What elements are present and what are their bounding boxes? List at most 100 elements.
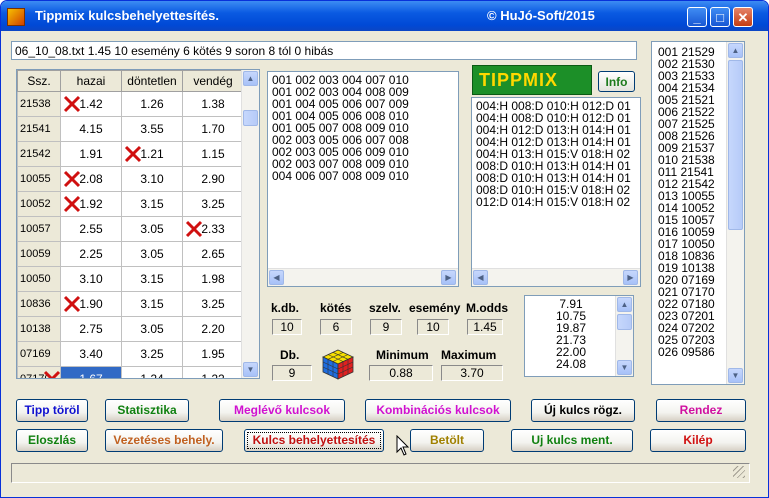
minimize-button[interactable]: _: [687, 7, 707, 27]
vezeteses-behely-button[interactable]: Vezetéses behely.: [105, 429, 223, 452]
grid-cell-ssz[interactable]: 21541: [17, 116, 61, 142]
eloszlas-button[interactable]: Eloszlás: [16, 429, 88, 452]
grid-cell-dontetlen[interactable]: 3.25: [121, 341, 183, 367]
grid-cell-hazai[interactable]: 4.15: [60, 116, 122, 142]
grid-cell-ssz[interactable]: 10057: [17, 216, 61, 242]
kulcs-behelyettesites-button[interactable]: Kulcs behelyettesítés: [244, 429, 384, 452]
grid-cell-dontetlen[interactable]: 3.15: [121, 291, 183, 317]
odds-list[interactable]: 7.91 10.75 19.87 21.73 22.00 24.08 ▲ ▼: [524, 295, 634, 377]
grid-cell-dontetlen[interactable]: 3.55: [121, 116, 183, 142]
scroll-thumb[interactable]: [617, 314, 632, 330]
table-row[interactable]: 21538 1.42 1.26 1.38: [17, 91, 244, 117]
grid-cell-ssz[interactable]: 10055: [17, 166, 61, 192]
grid-cell-dontetlen[interactable]: 3.05: [121, 216, 183, 242]
info-button[interactable]: Info: [598, 71, 635, 92]
uj-kulcs-rogz-button[interactable]: Új kulcs rögz.: [531, 399, 635, 422]
kombinacios-kulcsok-button[interactable]: Kombinációs kulcsok: [365, 399, 511, 422]
table-row[interactable]: 21541 4.15 3.55 1.70: [17, 116, 244, 142]
col-header-ssz[interactable]: Ssz.: [17, 70, 61, 92]
grid-cell-dontetlen[interactable]: 3.15: [121, 191, 183, 217]
grid-cell-vendeg[interactable]: 2.90: [182, 166, 244, 192]
keys-list[interactable]: 004:H 008:D 010:H 012:D 01 004:H 008:D 01…: [471, 97, 641, 287]
grid-cell-hazai[interactable]: 1.42: [60, 91, 122, 117]
col-header-dontetlen[interactable]: döntetlen: [121, 70, 183, 92]
scroll-thumb[interactable]: [243, 110, 258, 126]
grid-cell-vendeg[interactable]: 1.95: [182, 341, 244, 367]
grid-cell-vendeg[interactable]: 1.70: [182, 116, 244, 142]
grid-cell-dontetlen[interactable]: 1.26: [121, 91, 183, 117]
grid-cell-ssz[interactable]: 07169: [17, 341, 61, 367]
table-row[interactable]: 21542 1.91 1.21 1.15: [17, 141, 244, 167]
grid-cell-hazai[interactable]: 3.40: [60, 341, 122, 367]
combinations-hscroll[interactable]: ◀ ▶: [268, 268, 458, 286]
grid-scrollbar[interactable]: ▲ ▼: [241, 70, 259, 378]
grid-cell-vendeg[interactable]: 3.25: [182, 191, 244, 217]
grid-cell-ssz[interactable]: 10836: [17, 291, 61, 317]
grid-cell-ssz[interactable]: 10059: [17, 241, 61, 267]
grid-cell-dontetlen[interactable]: 3.10: [121, 166, 183, 192]
kilep-button[interactable]: Kilép: [650, 429, 746, 452]
resize-grip-icon[interactable]: [733, 466, 745, 478]
table-row[interactable]: 10052 1.92 3.15 3.25: [17, 191, 244, 217]
grid-cell-hazai[interactable]: 2.25: [60, 241, 122, 267]
scroll-down-arrow-icon[interactable]: ▼: [728, 368, 743, 383]
grid-cell-dontetlen[interactable]: 3.15: [121, 266, 183, 292]
grid-cell-hazai[interactable]: 3.10: [60, 266, 122, 292]
table-row[interactable]: 10836 1.90 3.15 3.25: [17, 291, 244, 317]
grid-cell-hazai[interactable]: 1.67: [43, 366, 122, 378]
grid-cell-ssz[interactable]: 10050: [17, 266, 61, 292]
rendez-button[interactable]: Rendez: [656, 399, 746, 422]
table-row[interactable]: 07169 3.40 3.25 1.95: [17, 341, 244, 367]
grid-cell-hazai[interactable]: 2.08: [60, 166, 122, 192]
grid-cell-ssz[interactable]: 10138: [17, 316, 61, 342]
scroll-down-arrow-icon[interactable]: ▼: [617, 360, 632, 375]
grid-cell-dontetlen[interactable]: 1.21: [121, 141, 183, 167]
table-row[interactable]: 10050 3.10 3.15 1.98: [17, 266, 244, 292]
table-row[interactable]: 10059 2.25 3.05 2.65: [17, 241, 244, 267]
grid-cell-hazai[interactable]: 2.75: [60, 316, 122, 342]
grid-cell-hazai[interactable]: 1.91: [60, 141, 122, 167]
table-row[interactable]: 07170 1.67 1.24 1.22: [17, 366, 244, 378]
meglevo-kulcsok-button[interactable]: Meglévő kulcsok: [219, 399, 345, 422]
grid-cell-vendeg[interactable]: 3.25: [182, 291, 244, 317]
app-icon[interactable]: [7, 8, 25, 26]
close-button[interactable]: ✕: [733, 7, 753, 27]
statisztika-button[interactable]: Statisztika: [105, 399, 189, 422]
rubik-cube-icon[interactable]: [321, 348, 355, 380]
grid-cell-vendeg[interactable]: 1.22: [182, 366, 244, 378]
grid-cell-hazai[interactable]: 1.92: [60, 191, 122, 217]
grid-cell-vendeg[interactable]: 2.33: [182, 216, 244, 242]
table-row[interactable]: 10055 2.08 3.10 2.90: [17, 166, 244, 192]
grid-cell-vendeg[interactable]: 1.38: [182, 91, 244, 117]
grid-cell-hazai[interactable]: 2.55: [60, 216, 122, 242]
scroll-down-arrow-icon[interactable]: ▼: [243, 362, 258, 377]
scroll-left-arrow-icon[interactable]: ◀: [269, 270, 284, 285]
combinations-list[interactable]: 001 002 003 004 007 010 001 002 003 004 0…: [267, 71, 459, 287]
scroll-up-arrow-icon[interactable]: ▲: [243, 71, 258, 86]
odds-scrollbar[interactable]: ▲ ▼: [615, 296, 633, 376]
scroll-left-arrow-icon[interactable]: ◀: [473, 270, 488, 285]
table-row[interactable]: 10057 2.55 3.05 2.33: [17, 216, 244, 242]
event-list[interactable]: 001 21529 002 21530 003 21533 004 21534 005 …: [651, 41, 745, 385]
keys-hscroll[interactable]: ◀ ▶: [472, 268, 640, 286]
grid-cell-vendeg[interactable]: 1.15: [182, 141, 244, 167]
table-row[interactable]: 10138 2.75 3.05 2.20: [17, 316, 244, 342]
list-item[interactable]: 012:D 014:H 015:V 018:H 02: [472, 196, 640, 208]
col-header-vendeg[interactable]: vendég: [182, 70, 244, 92]
grid-cell-dontetlen[interactable]: 1.24: [121, 366, 183, 378]
list-item[interactable]: 004 006 007 008 009 010: [268, 170, 458, 182]
uj-kulcs-ment-button[interactable]: Uj kulcs ment.: [511, 429, 633, 452]
maximize-button[interactable]: □: [710, 7, 730, 27]
scroll-right-arrow-icon[interactable]: ▶: [441, 270, 456, 285]
title-bar[interactable]: Tippmix kulcsbehelyettesítés. © HuJó-Sof…: [1, 1, 768, 31]
scroll-up-arrow-icon[interactable]: ▲: [617, 297, 632, 312]
col-header-hazai[interactable]: hazai: [60, 70, 122, 92]
grid-cell-dontetlen[interactable]: 3.05: [121, 241, 183, 267]
scroll-right-arrow-icon[interactable]: ▶: [623, 270, 638, 285]
grid-cell-vendeg[interactable]: 1.98: [182, 266, 244, 292]
odds-grid[interactable]: Ssz. hazai döntetlen vendég 21538 1.42 1.2…: [16, 69, 260, 379]
grid-cell-hazai[interactable]: 1.90: [60, 291, 122, 317]
betolt-button[interactable]: Betölt: [410, 429, 484, 452]
scroll-thumb[interactable]: [728, 60, 743, 230]
grid-cell-ssz[interactable]: 21538: [17, 91, 61, 117]
